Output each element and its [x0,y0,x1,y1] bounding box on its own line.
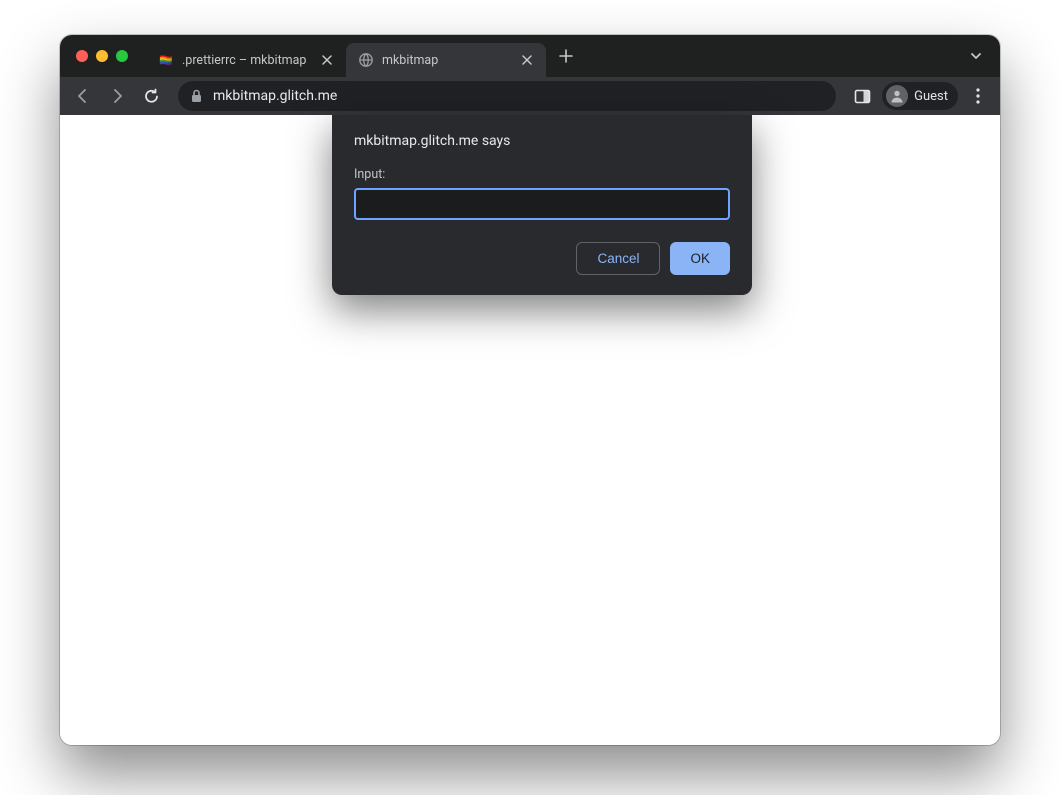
ok-button[interactable]: OK [670,242,730,275]
maximize-window-button[interactable] [116,50,128,62]
profile-label: Guest [914,89,948,104]
js-prompt-dialog: mkbitmap.glitch.me says Input: Cancel OK [332,115,752,295]
minimize-window-button[interactable] [96,50,108,62]
browser-window: 🏳️‍🌈 .prettierrc – mkbitmap mkbitmap [60,35,1000,745]
kebab-menu-icon[interactable] [964,82,992,110]
tab-title: mkbitmap [382,53,512,68]
close-tab-icon[interactable] [520,53,534,67]
new-tab-button[interactable] [552,42,580,70]
dialog-prompt-label: Input: [354,167,730,182]
tab-overflow-button[interactable] [964,44,988,68]
tab-inactive-prettierrc[interactable]: 🏳️‍🌈 .prettierrc – mkbitmap [146,43,346,77]
cancel-button[interactable]: Cancel [576,242,660,275]
avatar-icon [886,85,908,107]
window-controls [76,50,128,62]
close-window-button[interactable] [76,50,88,62]
close-tab-icon[interactable] [320,53,334,67]
tabs-container: 🏳️‍🌈 .prettierrc – mkbitmap mkbitmap [146,35,546,77]
dialog-origin-text: mkbitmap.glitch.me says [354,133,730,149]
toolbar: mkbitmap.glitch.me Guest [60,77,1000,115]
side-panel-icon[interactable] [848,82,876,110]
dialog-prompt-input[interactable] [354,188,730,220]
tab-title: .prettierrc – mkbitmap [182,53,312,68]
address-bar[interactable]: mkbitmap.glitch.me [178,81,836,111]
reload-button[interactable] [136,81,166,111]
page-content: mkbitmap.glitch.me says Input: Cancel OK [60,115,1000,745]
profile-chip[interactable]: Guest [882,82,958,110]
tab-active-mkbitmap[interactable]: mkbitmap [346,43,546,77]
tab-strip: 🏳️‍🌈 .prettierrc – mkbitmap mkbitmap [60,35,1000,77]
forward-button[interactable] [102,81,132,111]
globe-favicon-icon [358,52,374,68]
lock-icon [190,89,203,103]
toolbar-right: Guest [848,82,992,110]
back-button[interactable] [68,81,98,111]
url-text: mkbitmap.glitch.me [213,88,337,104]
dialog-button-row: Cancel OK [354,242,730,275]
glitch-favicon-icon: 🏳️‍🌈 [158,52,174,68]
